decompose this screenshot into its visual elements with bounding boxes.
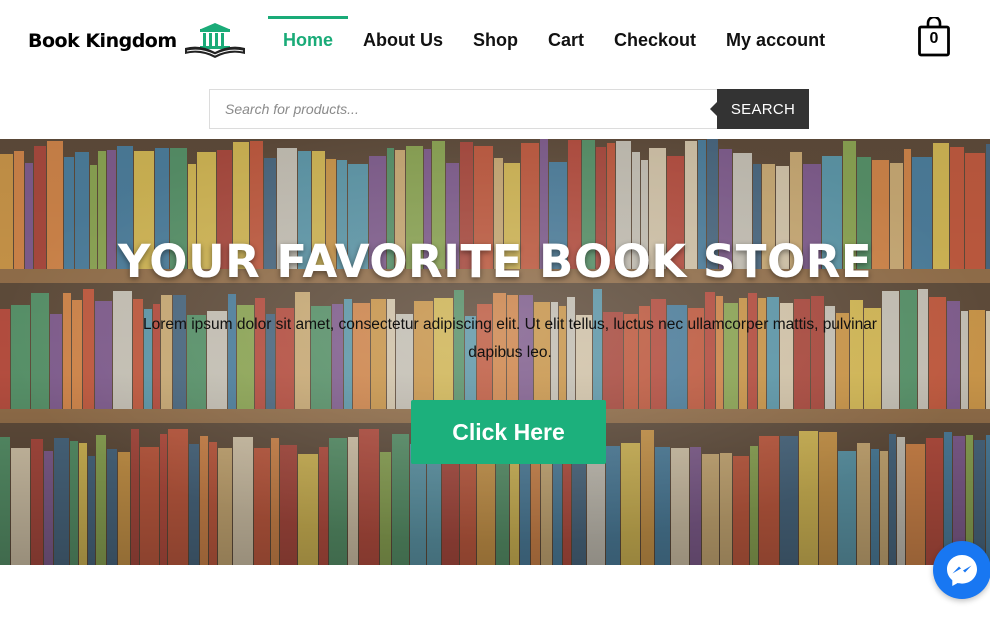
cart-count: 0 [929, 30, 939, 47]
nav-item-home[interactable]: Home [268, 16, 349, 64]
product-search: SEARCH [209, 89, 809, 129]
nav-item-shop[interactable]: Shop [458, 16, 533, 64]
messenger-chat-button[interactable] [933, 541, 990, 599]
hero-cta-button[interactable]: Click Here [411, 400, 606, 464]
hero-banner: YOUR FAVORITE BOOK STORE Lorem ipsum dol… [0, 139, 990, 565]
nav-item-my-account[interactable]: My account [711, 16, 840, 64]
hero-title: YOUR FAVORITE BOOK STORE [117, 235, 873, 288]
site-logo[interactable]: Book Kingdom [28, 20, 247, 62]
nav-item-cart[interactable]: Cart [533, 16, 599, 64]
hero-description: Lorem ipsum dolor sit amet, consectetur … [143, 316, 877, 361]
book-temple-logo-icon [184, 23, 245, 58]
nav-item-about-us[interactable]: About Us [348, 16, 458, 64]
search-input[interactable] [209, 89, 717, 129]
messenger-icon [947, 555, 977, 586]
main-nav: Home About Us Shop Cart Checkout My acco… [268, 16, 840, 64]
search-button[interactable]: SEARCH [710, 89, 809, 129]
nav-item-checkout[interactable]: Checkout [599, 16, 711, 64]
site-logo-text: Book Kingdom [28, 30, 177, 52]
cart-button[interactable]: 0 [917, 17, 951, 57]
